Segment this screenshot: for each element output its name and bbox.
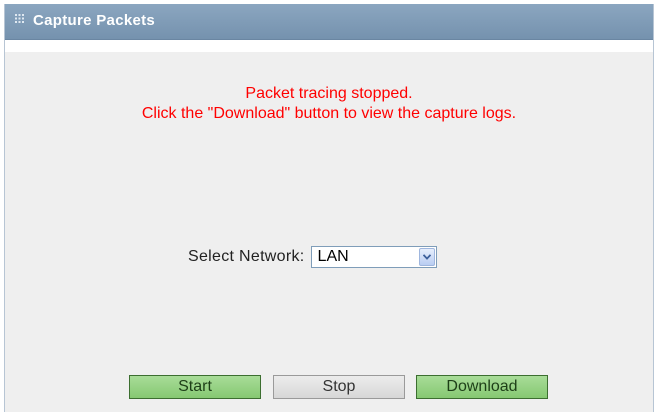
network-select-value: LAN	[317, 248, 349, 265]
start-button[interactable]: Start	[129, 375, 261, 399]
select-network-label: Select Network:	[188, 248, 305, 265]
network-select-row: Select Network: LAN	[188, 245, 437, 269]
stop-button[interactable]: Stop	[273, 375, 405, 399]
capture-packets-panel: Capture Packets Packet tracing stopped. …	[4, 4, 654, 412]
download-button[interactable]: Download	[416, 375, 548, 399]
status-message-line2: Click the "Download" button to view the …	[141, 105, 517, 122]
panel-title: Capture Packets	[33, 12, 156, 29]
dropdown-arrow-button[interactable]	[418, 248, 435, 266]
panel-header: Capture Packets	[5, 4, 653, 40]
panel-body: Packet tracing stopped. Click the "Downl…	[5, 40, 653, 412]
chevron-down-icon	[422, 254, 431, 260]
network-select[interactable]: LAN	[310, 246, 437, 268]
grip-icon	[15, 14, 24, 23]
status-message-line1: Packet tracing stopped.	[245, 85, 413, 102]
